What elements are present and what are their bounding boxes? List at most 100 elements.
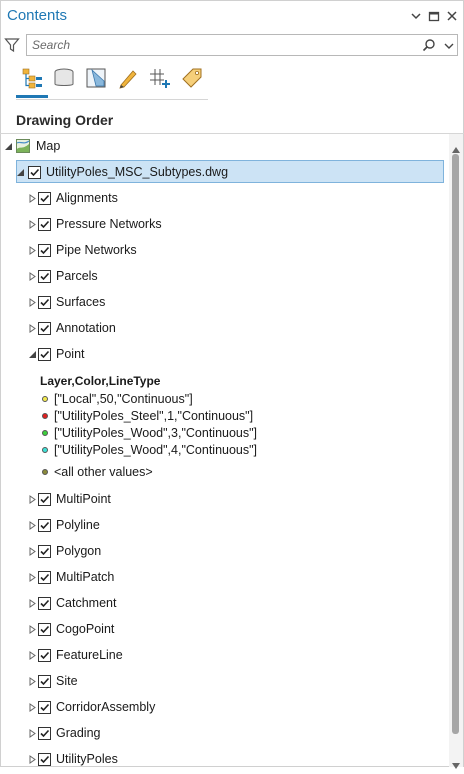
tree-item-label: Map — [36, 139, 61, 153]
dropdown-icon[interactable] — [408, 8, 424, 24]
tree-item-label: Parcels — [56, 269, 98, 283]
expand-arrow-icon[interactable] — [28, 599, 37, 608]
tree-item-layer[interactable]: CorridorAssembly — [0, 696, 440, 720]
selection-icon[interactable] — [82, 64, 110, 92]
legend-item[interactable]: ["UtilityPoles_Wood",3,"Continuous"] — [40, 425, 440, 442]
legend-item[interactable]: ["Local",50,"Continuous"] — [40, 391, 440, 408]
collapse-arrow-icon[interactable] — [28, 350, 37, 359]
symbol-swatch-icon[interactable] — [42, 413, 48, 419]
search-options-chevron-icon[interactable] — [443, 39, 455, 51]
tree-item-layer[interactable]: CogoPoint — [0, 618, 440, 642]
visibility-checkbox[interactable] — [38, 623, 51, 636]
visibility-checkbox[interactable] — [38, 675, 51, 688]
expand-arrow-icon[interactable] — [28, 324, 37, 333]
visibility-checkbox[interactable] — [38, 597, 51, 610]
legend-item[interactable]: ["UtilityPoles_Steel",1,"Continuous"] — [40, 408, 440, 425]
legend-label: ["UtilityPoles_Wood",3,"Continuous"] — [54, 426, 258, 440]
tree-item-layer[interactable]: Pressure Networks — [0, 213, 440, 237]
tree-item-layer[interactable]: Annotation — [0, 317, 440, 341]
tree-item-layer[interactable]: Grading — [0, 722, 440, 746]
symbol-swatch-icon[interactable] — [42, 469, 48, 475]
tree-item-layer[interactable]: Pipe Networks — [0, 239, 440, 263]
expand-arrow-icon[interactable] — [28, 272, 37, 281]
tree-item-layer[interactable]: Parcels — [0, 265, 440, 289]
expand-arrow-icon[interactable] — [28, 703, 37, 712]
vertical-scrollbar[interactable] — [449, 134, 463, 769]
tree-item-dataset[interactable]: UtilityPoles_MSC_Subtypes.dwg — [0, 161, 440, 185]
tree-item-label: MultiPatch — [56, 570, 115, 584]
visibility-checkbox[interactable] — [38, 571, 51, 584]
labeling-icon[interactable] — [178, 64, 206, 92]
scroll-thumb[interactable] — [452, 154, 459, 734]
tree-item-label: UtilityPoles_MSC_Subtypes.dwg — [46, 165, 229, 179]
tree-item-layer[interactable]: UtilityPoles — [0, 748, 440, 767]
visibility-checkbox[interactable] — [38, 649, 51, 662]
legend-item[interactable]: ["UtilityPoles_Wood",4,"Continuous"] — [40, 442, 440, 459]
expand-arrow-icon[interactable] — [28, 547, 37, 556]
symbol-swatch-icon[interactable] — [42, 447, 48, 453]
tree-item-label: Pressure Networks — [56, 217, 162, 231]
visibility-checkbox[interactable] — [28, 166, 41, 179]
tree-item-layer[interactable]: Catchment — [0, 592, 440, 616]
tree-item-map[interactable]: Map — [0, 135, 440, 159]
collapse-arrow-icon[interactable] — [16, 168, 25, 177]
data-source-icon[interactable] — [50, 64, 78, 92]
active-tab-indicator — [16, 95, 48, 98]
expand-arrow-icon[interactable] — [28, 298, 37, 307]
expand-arrow-icon[interactable] — [28, 677, 37, 686]
tree-item-label: CogoPoint — [56, 622, 115, 636]
expand-arrow-icon[interactable] — [28, 521, 37, 530]
symbol-swatch-icon[interactable] — [42, 396, 48, 402]
snapping-icon[interactable] — [146, 64, 174, 92]
scroll-up-arrow-icon[interactable] — [452, 140, 460, 153]
visibility-checkbox[interactable] — [38, 493, 51, 506]
tree-item-layer[interactable]: Site — [0, 670, 440, 694]
tree-item-label: CorridorAssembly — [56, 700, 156, 714]
visibility-checkbox[interactable] — [38, 545, 51, 558]
close-icon[interactable] — [444, 8, 460, 24]
search-icon[interactable] — [422, 38, 436, 52]
tree-item-layer[interactable]: FeatureLine — [0, 644, 440, 668]
tree-item-layer[interactable]: MultiPoint — [0, 488, 440, 512]
search-input[interactable] — [27, 35, 412, 55]
visibility-checkbox[interactable] — [38, 727, 51, 740]
visibility-checkbox[interactable] — [38, 753, 51, 766]
visibility-checkbox[interactable] — [38, 296, 51, 309]
visibility-checkbox[interactable] — [38, 218, 51, 231]
restore-icon[interactable] — [426, 8, 442, 24]
tree-item-layer[interactable]: Point — [0, 343, 440, 367]
collapse-arrow-icon[interactable] — [4, 142, 13, 151]
tree-item-label: Grading — [56, 726, 101, 740]
expand-arrow-icon[interactable] — [28, 495, 37, 504]
legend-label: ["Local",50,"Continuous"] — [54, 392, 193, 406]
scroll-down-arrow-icon[interactable] — [452, 756, 460, 769]
tree-item-layer[interactable]: Alignments — [0, 187, 440, 211]
editing-icon[interactable] — [114, 64, 142, 92]
expand-arrow-icon[interactable] — [28, 573, 37, 582]
visibility-checkbox[interactable] — [38, 519, 51, 532]
filter-icon[interactable] — [4, 37, 20, 53]
visibility-checkbox[interactable] — [38, 348, 51, 361]
section-title: Drawing Order — [16, 112, 114, 128]
visibility-checkbox[interactable] — [38, 270, 51, 283]
tree-item-layer[interactable]: Surfaces — [0, 291, 440, 315]
tree-item-layer[interactable]: Polyline — [0, 514, 440, 538]
drawing-order-icon[interactable] — [18, 64, 46, 92]
legend-item-other[interactable]: <all other values> — [40, 464, 440, 481]
expand-arrow-icon[interactable] — [28, 755, 37, 764]
expand-arrow-icon[interactable] — [28, 220, 37, 229]
visibility-checkbox[interactable] — [38, 701, 51, 714]
visibility-checkbox[interactable] — [38, 192, 51, 205]
expand-arrow-icon[interactable] — [28, 729, 37, 738]
expand-arrow-icon[interactable] — [28, 194, 37, 203]
visibility-checkbox[interactable] — [38, 244, 51, 257]
tree-item-label: FeatureLine — [56, 648, 123, 662]
toolbar-divider — [16, 99, 208, 100]
tree-item-layer[interactable]: Polygon — [0, 540, 440, 564]
expand-arrow-icon[interactable] — [28, 625, 37, 634]
visibility-checkbox[interactable] — [38, 322, 51, 335]
symbol-swatch-icon[interactable] — [42, 430, 48, 436]
expand-arrow-icon[interactable] — [28, 246, 37, 255]
expand-arrow-icon[interactable] — [28, 651, 37, 660]
tree-item-layer[interactable]: MultiPatch — [0, 566, 440, 590]
